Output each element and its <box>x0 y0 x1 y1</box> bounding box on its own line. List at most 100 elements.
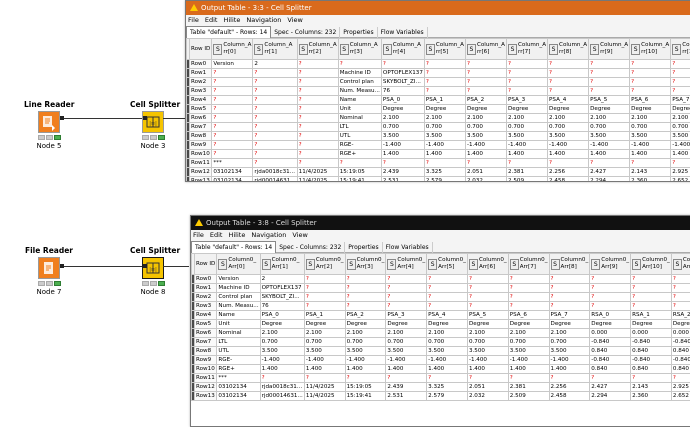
input-port[interactable] <box>143 116 147 120</box>
table-cell[interactable]: ? <box>427 293 468 302</box>
table-cell[interactable]: ? <box>590 284 631 293</box>
table-cell[interactable]: 2.051 <box>467 383 508 392</box>
table-cell[interactable]: Degree <box>345 320 386 329</box>
table-cell[interactable]: Name <box>338 96 381 105</box>
table-cell[interactable]: ? <box>253 132 297 141</box>
table-cell[interactable]: ? <box>297 78 338 87</box>
table-cell[interactable]: 2.509 <box>508 392 549 401</box>
table-cell[interactable]: ? <box>671 60 690 69</box>
table-cell[interactable]: -1.400 <box>381 141 424 150</box>
table-row[interactable]: Row9RGE--1.400-1.400-1.400-1.400-1.400-1… <box>192 356 690 365</box>
row-id-cell[interactable]: Row8 <box>190 132 212 141</box>
table-cell[interactable]: ? <box>381 159 424 168</box>
table-cell[interactable]: ? <box>590 275 631 284</box>
table-cell[interactable]: LTL <box>217 338 260 347</box>
table-row[interactable]: Row5UnitDegreeDegreeDegreeDegreeDegreeDe… <box>192 320 690 329</box>
table-cell[interactable]: ? <box>212 78 253 87</box>
table-cell[interactable]: 3.500 <box>549 347 590 356</box>
table-cell[interactable]: *** <box>217 374 260 383</box>
table-row[interactable]: Row7LTL0.7000.7000.7000.7000.7000.7000.7… <box>192 338 690 347</box>
table-cell[interactable]: -1.400 <box>589 141 630 150</box>
table-cell[interactable]: ? <box>630 87 671 96</box>
table-cell[interactable]: -1.400 <box>386 356 427 365</box>
table-cell[interactable]: ? <box>549 374 590 383</box>
table-cell[interactable]: 2.100 <box>465 114 506 123</box>
table-cell[interactable]: -0.840 <box>671 356 690 365</box>
table-cell[interactable]: 2.381 <box>507 168 548 177</box>
table-cell[interactable]: ? <box>297 60 338 69</box>
line-reader-icon[interactable] <box>38 111 60 133</box>
table-cell[interactable]: 03102134 <box>212 177 253 183</box>
table-cell[interactable]: 0.000 <box>590 329 631 338</box>
table-row[interactable]: Row5???UnitDegreeDegreeDegreeDegreeDegre… <box>187 105 690 114</box>
row-id-cell[interactable]: Row11 <box>190 159 212 168</box>
menu-view[interactable]: View <box>292 231 307 239</box>
table-cell[interactable]: SKYBOLT_ZI... <box>381 78 424 87</box>
column-header[interactable]: SColumn0_Arr[3] <box>345 254 386 275</box>
table-cell[interactable]: 2.579 <box>427 392 468 401</box>
table-cell[interactable]: ? <box>297 87 338 96</box>
table-cell[interactable]: RSA_2 <box>671 311 690 320</box>
column-header[interactable]: SColumn_Arr[7] <box>507 39 548 60</box>
table-cell[interactable]: ? <box>297 150 338 159</box>
table-cell[interactable]: 1.400 <box>630 150 671 159</box>
menu-view[interactable]: View <box>287 16 302 24</box>
table-cell[interactable]: Control plan <box>217 293 260 302</box>
table-cell[interactable]: 3.500 <box>381 132 424 141</box>
table-cell[interactable]: ? <box>549 293 590 302</box>
table-cell[interactable]: 2.100 <box>467 329 508 338</box>
menu-navigation[interactable]: Navigation <box>246 16 281 24</box>
table-cell[interactable]: 1.400 <box>427 365 468 374</box>
table-cell[interactable]: ? <box>345 284 386 293</box>
table-row[interactable]: Row1???Machine IDOPTOFLEX137??????? <box>187 69 690 78</box>
table-cell[interactable]: ? <box>427 284 468 293</box>
table-cell[interactable]: 1.400 <box>381 150 424 159</box>
table-cell[interactable]: 2.032 <box>465 177 506 183</box>
table-cell[interactable]: ? <box>507 69 548 78</box>
table-cell[interactable]: ? <box>253 159 297 168</box>
table-cell[interactable]: 2.100 <box>549 329 590 338</box>
table-cell[interactable]: 3.500 <box>467 347 508 356</box>
table-cell[interactable]: ? <box>212 132 253 141</box>
row-id-cell[interactable]: Row2 <box>195 293 217 302</box>
table-cell[interactable]: ? <box>212 87 253 96</box>
table-cell[interactable]: ? <box>424 159 465 168</box>
table-cell[interactable]: Degree <box>671 105 690 114</box>
table-cell[interactable]: ? <box>465 60 506 69</box>
table-cell[interactable]: 0.840 <box>631 365 672 374</box>
table-cell[interactable]: ? <box>212 114 253 123</box>
table-cell[interactable]: -1.400 <box>427 356 468 365</box>
table-cell[interactable]: 2.256 <box>548 168 589 177</box>
table-cell[interactable]: PSA_6 <box>508 311 549 320</box>
table-cell[interactable]: 3.500 <box>548 132 589 141</box>
table-cell[interactable]: 3.500 <box>386 347 427 356</box>
table-cell[interactable]: PSA_1 <box>424 96 465 105</box>
table-cell[interactable]: 2 <box>253 60 297 69</box>
row-id-cell[interactable]: Row13 <box>195 392 217 401</box>
column-header[interactable]: SColumn0_Arr[1] <box>260 254 304 275</box>
table-cell[interactable]: ? <box>253 105 297 114</box>
table-cell[interactable]: ? <box>631 293 672 302</box>
table-cell[interactable]: ? <box>297 132 338 141</box>
table-cell[interactable]: ? <box>297 105 338 114</box>
table-cell[interactable]: RGE+ <box>217 365 260 374</box>
table-cell[interactable]: ? <box>297 114 338 123</box>
table-cell[interactable]: ? <box>631 284 672 293</box>
table-row[interactable]: Row6???Nominal2.1002.1002.1002.1002.1002… <box>187 114 690 123</box>
row-id-cell[interactable]: Row1 <box>195 284 217 293</box>
table-cell[interactable]: 03102134 <box>212 168 253 177</box>
table-cell[interactable]: -1.400 <box>260 356 304 365</box>
table-cell[interactable]: ? <box>507 60 548 69</box>
row-id-cell[interactable]: Row7 <box>190 123 212 132</box>
row-id-cell[interactable]: Row9 <box>195 356 217 365</box>
table-cell[interactable]: ? <box>671 78 690 87</box>
table-cell[interactable]: 0.000 <box>671 329 690 338</box>
row-id-cell[interactable]: Row11 <box>195 374 217 383</box>
table-row[interactable]: Row8UTL3.5003.5003.5003.5003.5003.5003.5… <box>192 347 690 356</box>
table-cell[interactable]: ? <box>253 87 297 96</box>
table-cell[interactable]: 2.579 <box>424 177 465 183</box>
table-cell[interactable]: PSA_3 <box>507 96 548 105</box>
window-title-bar[interactable]: Output Table - 3:8 - Cell Splitter <box>191 216 690 230</box>
table-cell[interactable]: Version <box>217 275 260 284</box>
output-table-window-top[interactable]: Output Table - 3:3 - Cell Splitter FileE… <box>185 0 690 182</box>
